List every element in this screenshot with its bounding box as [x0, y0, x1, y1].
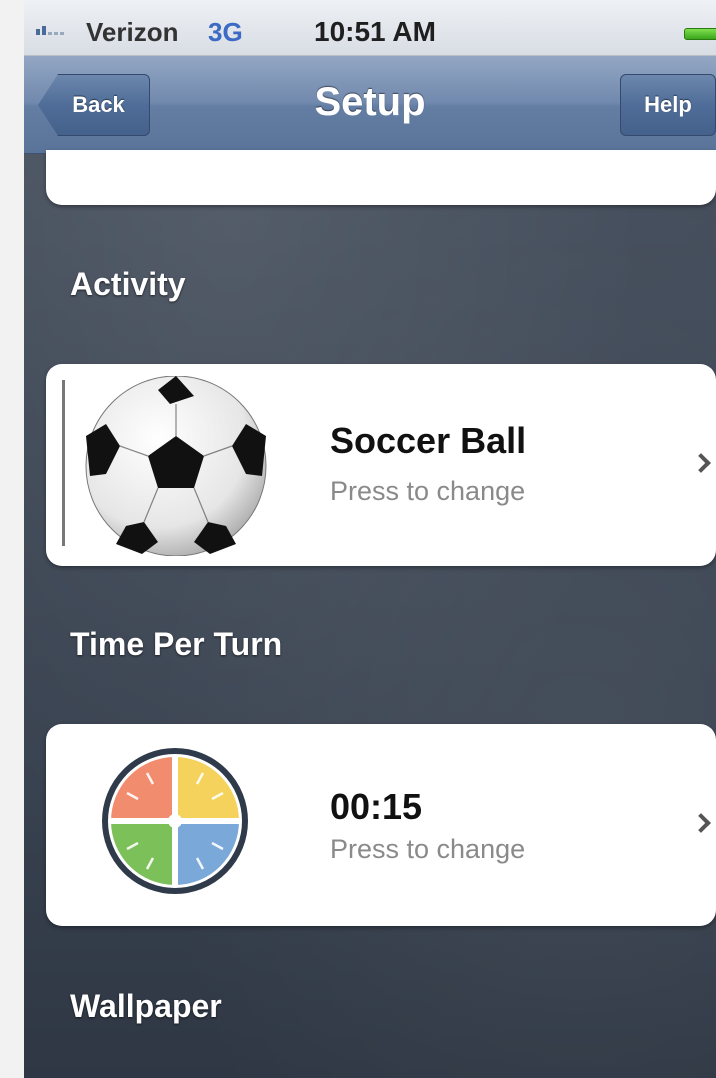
row-accent-line: [62, 380, 65, 546]
battery-icon: [684, 28, 716, 40]
section-label-wallpaper: Wallpaper: [70, 988, 222, 1024]
activity-row[interactable]: Soccer Ball Press to change: [46, 364, 716, 566]
timer-icon: [102, 748, 248, 894]
status-bar: Verizon 3G 10:51 AM: [24, 0, 716, 56]
help-button[interactable]: Help: [620, 74, 716, 136]
network-type: 3G: [208, 17, 243, 47]
carrier-name: Verizon: [86, 17, 179, 47]
previous-setting-card[interactable]: [46, 150, 716, 205]
chevron-right-icon: [691, 813, 711, 833]
activity-hint: Press to change: [330, 476, 526, 506]
section-label-activity: Activity: [70, 266, 186, 302]
chevron-right-icon: [691, 453, 711, 473]
phone-screen: Verizon 3G 10:51 AM Back Setup Help Acti…: [24, 0, 716, 1078]
signal-strength-icon: [36, 26, 64, 35]
page-title: Setup: [314, 80, 426, 124]
activity-value: Soccer Ball: [330, 420, 527, 461]
time-per-turn-row[interactable]: 00:15 Press to change: [46, 724, 716, 926]
time-per-turn-hint: Press to change: [330, 834, 526, 864]
section-label-time-per-turn: Time Per Turn: [70, 626, 283, 662]
soccer-ball-icon: [85, 376, 267, 556]
status-time: 10:51 AM: [314, 16, 436, 47]
time-per-turn-value: 00:15: [330, 786, 423, 827]
navigation-bar: Back Setup Help: [24, 56, 716, 154]
